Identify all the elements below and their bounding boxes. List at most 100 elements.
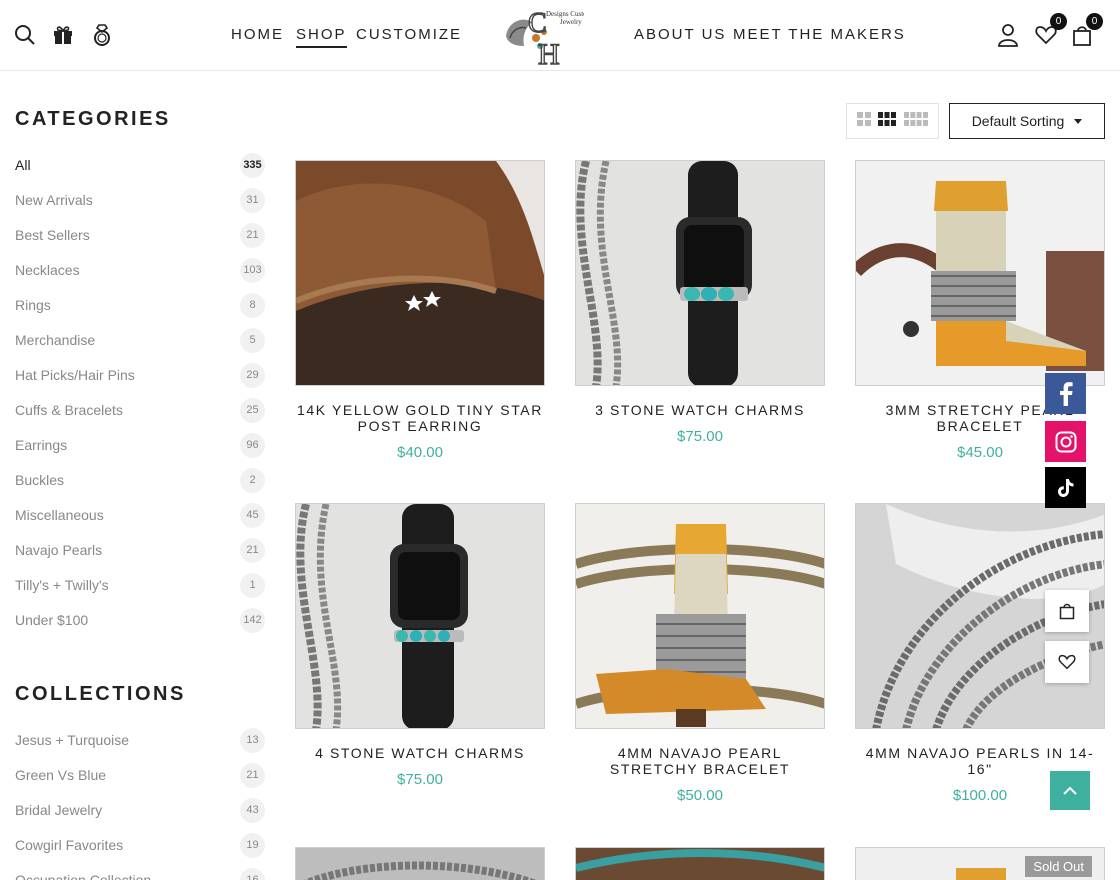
category-item[interactable]: Merchandise 5 <box>15 327 265 353</box>
collection-count: 43 <box>240 797 265 823</box>
wishlist-count-badge: 0 <box>1050 13 1067 30</box>
category-count: 142 <box>240 607 265 633</box>
category-count: 21 <box>240 537 265 563</box>
category-count: 21 <box>240 222 265 248</box>
collection-item[interactable]: Occupation Collection 16 <box>15 867 265 880</box>
category-label: Rings <box>15 297 51 313</box>
category-item[interactable]: Tilly's + Twilly's 1 <box>15 572 265 598</box>
facebook-link[interactable] <box>1045 373 1086 414</box>
product-card[interactable]: 14K YELLOW GOLD TINY STAR POST EARRING $… <box>295 160 545 461</box>
category-label: All <box>15 157 31 173</box>
collection-item[interactable]: Green Vs Blue 21 <box>15 762 265 788</box>
collection-label: Bridal Jewelry <box>15 802 103 818</box>
collection-item[interactable]: Jesus + Turquoise 13 <box>15 727 265 753</box>
product-image[interactable] <box>575 503 825 729</box>
scroll-to-top-button[interactable] <box>1050 771 1090 810</box>
instagram-icon <box>1055 431 1076 452</box>
category-label: Cuffs & Bracelets <box>15 402 123 418</box>
category-label: Buckles <box>15 472 65 488</box>
grid-2-icon[interactable] <box>856 111 871 131</box>
grid-4-icon[interactable] <box>904 111 929 131</box>
product-card[interactable]: 3MM STRETCHY PEARL BRACELET $45.00 <box>855 160 1105 461</box>
product-card[interactable]: 4 STONE WATCH CHARMS $75.00 <box>295 503 545 788</box>
category-count: 45 <box>240 502 265 528</box>
category-item[interactable]: Under $100 142 <box>15 607 265 633</box>
collection-label: Green Vs Blue <box>15 767 107 783</box>
category-item[interactable]: Cuffs & Bracelets 25 <box>15 397 265 423</box>
category-count: 8 <box>240 292 265 318</box>
category-item[interactable]: Miscellaneous 45 <box>15 502 265 528</box>
product-name[interactable]: 4MM NAVAJO PEARL STRETCHY BRACELET <box>575 745 825 777</box>
svg-text:Designs Custom: Designs Custom <box>546 10 584 18</box>
grid-3-icon[interactable] <box>878 111 897 131</box>
cart-count-badge: 0 <box>1086 13 1103 30</box>
sort-dropdown[interactable]: Default Sorting <box>949 103 1105 139</box>
category-count: 29 <box>240 362 265 388</box>
category-label: Best Sellers <box>15 227 90 243</box>
categories-title: CATEGORIES <box>15 108 171 130</box>
bag-icon <box>1059 603 1075 620</box>
category-item[interactable]: Earrings 96 <box>15 432 265 458</box>
user-icon[interactable] <box>996 22 1020 48</box>
category-count: 25 <box>240 397 265 423</box>
product-name[interactable]: 3 STONE WATCH CHARMS <box>575 402 825 418</box>
collection-count: 19 <box>240 832 265 858</box>
heart-icon <box>1058 654 1076 670</box>
wishlist-button[interactable]: 0 <box>1034 13 1067 48</box>
product-image[interactable] <box>575 160 825 386</box>
product-image[interactable] <box>295 503 545 729</box>
nav-customize[interactable]: CUSTOMIZE <box>356 26 462 43</box>
product-image[interactable] <box>295 160 545 386</box>
category-item[interactable]: All 335 <box>15 152 265 178</box>
product-card[interactable]: 4MM NAVAJO PEARL STRETCHY BRACELET $50.0… <box>575 503 825 804</box>
category-label: Earrings <box>15 437 68 453</box>
product-card[interactable]: 3 STONE WATCH CHARMS $75.00 <box>575 160 825 445</box>
svg-text:Jewelry: Jewelry <box>560 18 582 26</box>
nav-shop[interactable]: SHOP <box>296 26 347 48</box>
category-item[interactable]: Best Sellers 21 <box>15 222 265 248</box>
category-item[interactable]: Navajo Pearls 21 <box>15 537 265 563</box>
gift-icon[interactable] <box>51 22 75 48</box>
product-image[interactable] <box>295 847 545 880</box>
nav-meet-the-makers[interactable]: MEET THE MAKERS <box>733 26 906 43</box>
product-name[interactable]: 4 STONE WATCH CHARMS <box>295 745 545 761</box>
category-count: 335 <box>240 152 265 178</box>
cart-button[interactable]: 0 <box>1070 13 1103 48</box>
quick-add-to-wishlist-button[interactable] <box>1045 641 1089 683</box>
collection-item[interactable]: Bridal Jewelry 43 <box>15 797 265 823</box>
collection-item[interactable]: Cowgirl Favorites 19 <box>15 832 265 858</box>
product-price: $40.00 <box>397 444 443 461</box>
category-count: 31 <box>240 187 265 213</box>
search-icon[interactable] <box>13 22 37 48</box>
category-item[interactable]: Hat Picks/Hair Pins 29 <box>15 362 265 388</box>
product-card[interactable] <box>295 847 545 880</box>
collection-count: 13 <box>240 727 265 753</box>
category-label: Hat Picks/Hair Pins <box>15 367 135 383</box>
category-item[interactable]: New Arrivals 31 <box>15 187 265 213</box>
category-count: 2 <box>240 467 265 493</box>
product-price: $75.00 <box>397 771 443 788</box>
category-item[interactable]: Buckles 2 <box>15 467 265 493</box>
collection-count: 21 <box>240 762 265 788</box>
category-label: Necklaces <box>15 262 80 278</box>
site-logo[interactable]: C H Designs Custom Jewelry <box>502 2 593 72</box>
ring-icon[interactable] <box>90 22 114 48</box>
tiktok-link[interactable] <box>1045 467 1086 508</box>
collection-count: 16 <box>240 867 265 880</box>
instagram-link[interactable] <box>1045 421 1086 462</box>
product-image[interactable] <box>855 160 1105 386</box>
quick-add-to-cart-button[interactable] <box>1045 590 1089 632</box>
category-count: 103 <box>240 257 265 283</box>
product-name[interactable]: 14K YELLOW GOLD TINY STAR POST EARRING <box>295 402 545 434</box>
product-image[interactable] <box>575 847 825 880</box>
nav-about-us[interactable]: ABOUT US <box>634 26 726 43</box>
nav-home[interactable]: HOME <box>231 26 284 43</box>
category-label: Miscellaneous <box>15 507 104 523</box>
site-header: HOME SHOP CUSTOMIZE C H Designs Custom J… <box>0 0 1120 72</box>
product-card[interactable] <box>575 847 825 880</box>
product-card[interactable]: Sold Out <box>855 847 1105 880</box>
category-item[interactable]: Necklaces 103 <box>15 257 265 283</box>
product-image[interactable]: Sold Out <box>855 847 1105 880</box>
category-item[interactable]: Rings 8 <box>15 292 265 318</box>
grid-view-toggle <box>846 103 939 139</box>
